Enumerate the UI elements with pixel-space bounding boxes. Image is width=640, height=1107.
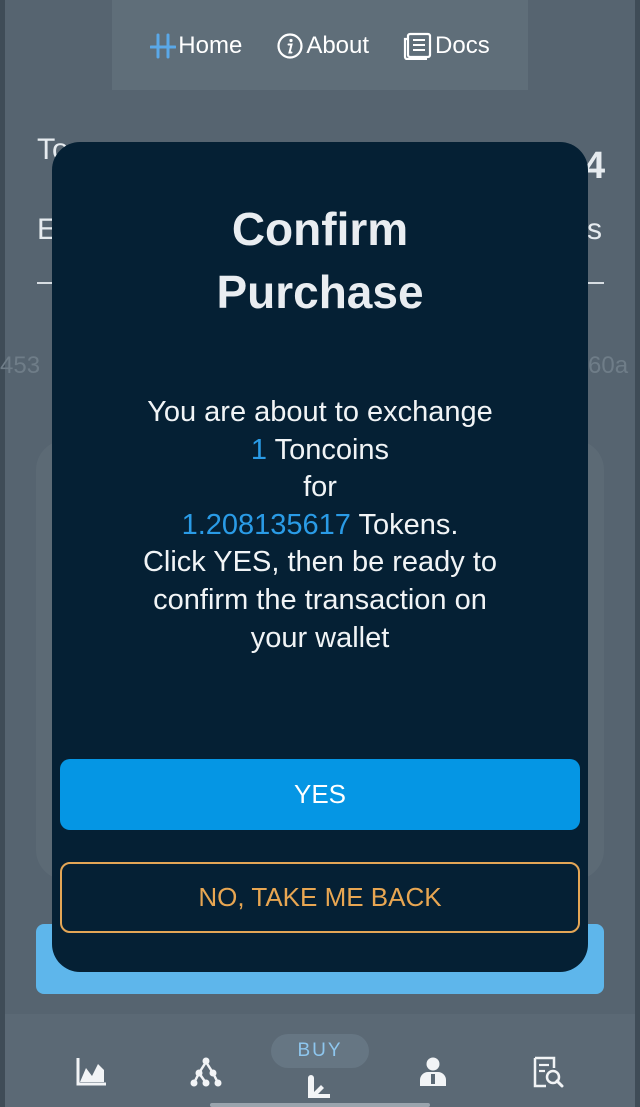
ton-amount: 1	[250, 433, 268, 466]
address-left-fragment: 453	[0, 352, 41, 379]
dialog-title-line2: Purchase	[216, 266, 424, 318]
no-take-me-back-button[interactable]: NO, TAKE ME BACK	[60, 862, 580, 933]
ton-unit: Toncoins	[267, 433, 390, 466]
dialog-message: You are about to exchange 1 Toncoins for…	[0, 394, 640, 657]
token-amount: 1.208135617	[181, 508, 351, 541]
home-indicator	[210, 1103, 430, 1107]
message-line6: confirm the transaction on	[153, 583, 487, 616]
yes-button[interactable]: YES	[60, 759, 580, 830]
network-icon[interactable]	[190, 1056, 222, 1093]
docs-icon	[403, 32, 433, 60]
message-line-tokens: 1.208135617 Tokens.	[0, 507, 640, 545]
chart-icon[interactable]	[76, 1056, 108, 1091]
nav-docs[interactable]: Docs	[403, 32, 490, 60]
message-line1: You are about to exchange	[147, 396, 493, 428]
dialog-title: Confirm Purchase	[0, 198, 640, 324]
dialog-title-line1: Confirm	[231, 203, 409, 255]
info-icon	[276, 32, 304, 60]
token-unit: Tokens.	[350, 508, 459, 541]
buy-hand-icon[interactable]	[304, 1072, 334, 1107]
nav-about-label: About	[306, 32, 370, 59]
profile-icon[interactable]	[418, 1056, 448, 1093]
top-nav: Home About Docs	[112, 0, 528, 90]
nav-docs-label: Docs	[435, 32, 490, 59]
nav-home[interactable]: Home	[150, 32, 242, 60]
message-line7: your wallet	[250, 621, 390, 654]
buy-tab-label[interactable]: BUY	[271, 1034, 369, 1068]
search-report-icon[interactable]	[532, 1056, 564, 1093]
message-for: for	[303, 471, 337, 504]
nav-home-label: Home	[178, 32, 243, 59]
message-line5: Click YES, then be ready to	[142, 546, 498, 579]
address-right-fragment: 60a	[588, 352, 629, 379]
home-logo-icon	[150, 33, 177, 59]
message-line-ton: 1 Toncoins	[0, 432, 640, 470]
nav-about[interactable]: About	[276, 32, 369, 60]
